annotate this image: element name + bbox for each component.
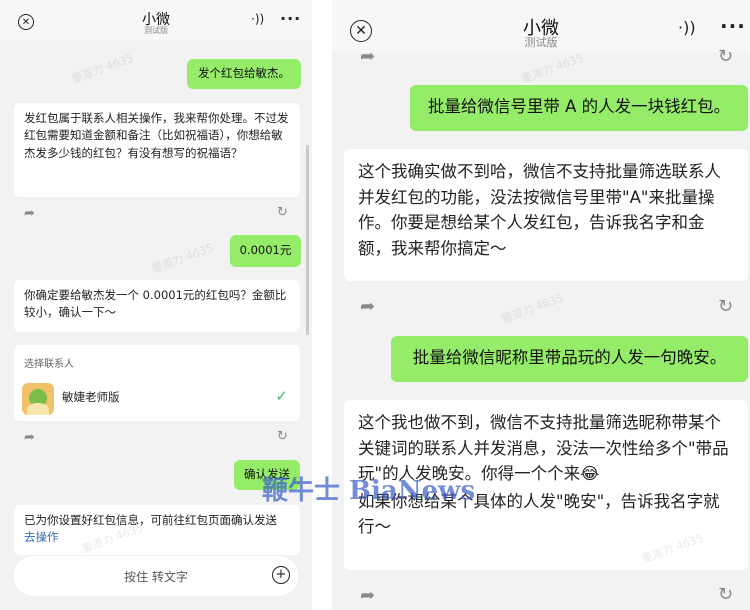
watermark-logo: 鞭牛士 BiaNews — [262, 476, 476, 506]
chat-header: ✕ 小微 测试版 ·)) ··· — [332, 0, 750, 52]
chat-header: ✕ 小微 测试版 ·)) ··· — [0, 0, 312, 40]
bot-message: 发红包属于联系人相关操作，我来帮你处理。不过发红包需要知道金额和备注（比如祝福语… — [14, 103, 300, 197]
panel-divider — [312, 0, 332, 610]
bot-message: 这个我确实做不到哈，微信不支持批量筛选联系人并发红包的功能，没法按微信号里带"A… — [344, 149, 748, 281]
left-chat-panel: ✕ 小微 测试版 ·)) ··· 发个红包给敏杰。 发红包属于联系人相关操作，我… — [0, 0, 312, 610]
input-placeholder: 按住 转文字 — [124, 570, 188, 584]
refresh-icon[interactable]: ↻ — [718, 584, 733, 605]
more-icon[interactable]: ··· — [720, 14, 746, 38]
contact-name: 敏婕老师版 — [62, 390, 120, 404]
contact-card-label: 选择联系人 — [24, 359, 74, 370]
bot-message: 你确定要给敏杰发一个 0.0001元的红包吗？金额比较小，确认一下～ — [14, 280, 300, 332]
refresh-icon[interactable]: ↻ — [277, 429, 288, 444]
bot-message: 已为你设置好红包信息，可前往红包页面确认发送 去操作 — [14, 505, 300, 555]
voice-input-bar[interactable]: 按住 转文字 + — [14, 556, 298, 596]
share-icon[interactable]: ➦ — [360, 46, 375, 67]
user-message: 发个红包给敏杰。 — [187, 59, 301, 89]
sound-icon[interactable]: ·)) — [678, 18, 696, 37]
avatar — [22, 383, 54, 415]
bot-message-text: 已为你设置好红包信息，可前往红包页面确认发送 — [24, 513, 277, 527]
refresh-icon[interactable]: ↻ — [277, 205, 288, 220]
more-icon[interactable]: ··· — [280, 9, 301, 28]
sound-icon[interactable]: ·)) — [251, 12, 264, 26]
go-operate-link[interactable]: 去操作 — [24, 530, 59, 544]
user-message: 0.0001元 — [230, 235, 301, 267]
plus-icon[interactable]: + — [272, 566, 290, 584]
user-message: 批量给微信昵称里带品玩的人发一句晚安。 — [391, 336, 748, 382]
chat-subtitle: 测试版 — [144, 26, 168, 35]
check-icon: ✓ — [275, 387, 288, 405]
share-icon[interactable]: ➦ — [24, 206, 35, 221]
refresh-icon[interactable]: ↻ — [718, 46, 733, 67]
share-icon[interactable]: ➦ — [24, 430, 35, 445]
refresh-icon[interactable]: ↻ — [718, 296, 733, 317]
scrollbar[interactable] — [306, 145, 309, 335]
share-icon[interactable]: ➦ — [360, 585, 375, 606]
share-icon[interactable]: ➦ — [360, 296, 375, 317]
contact-card[interactable]: 选择联系人 敏婕老师版 ✓ — [14, 345, 300, 421]
user-message: 批量给微信号里带 A 的人发一块钱红包。 — [410, 85, 748, 131]
